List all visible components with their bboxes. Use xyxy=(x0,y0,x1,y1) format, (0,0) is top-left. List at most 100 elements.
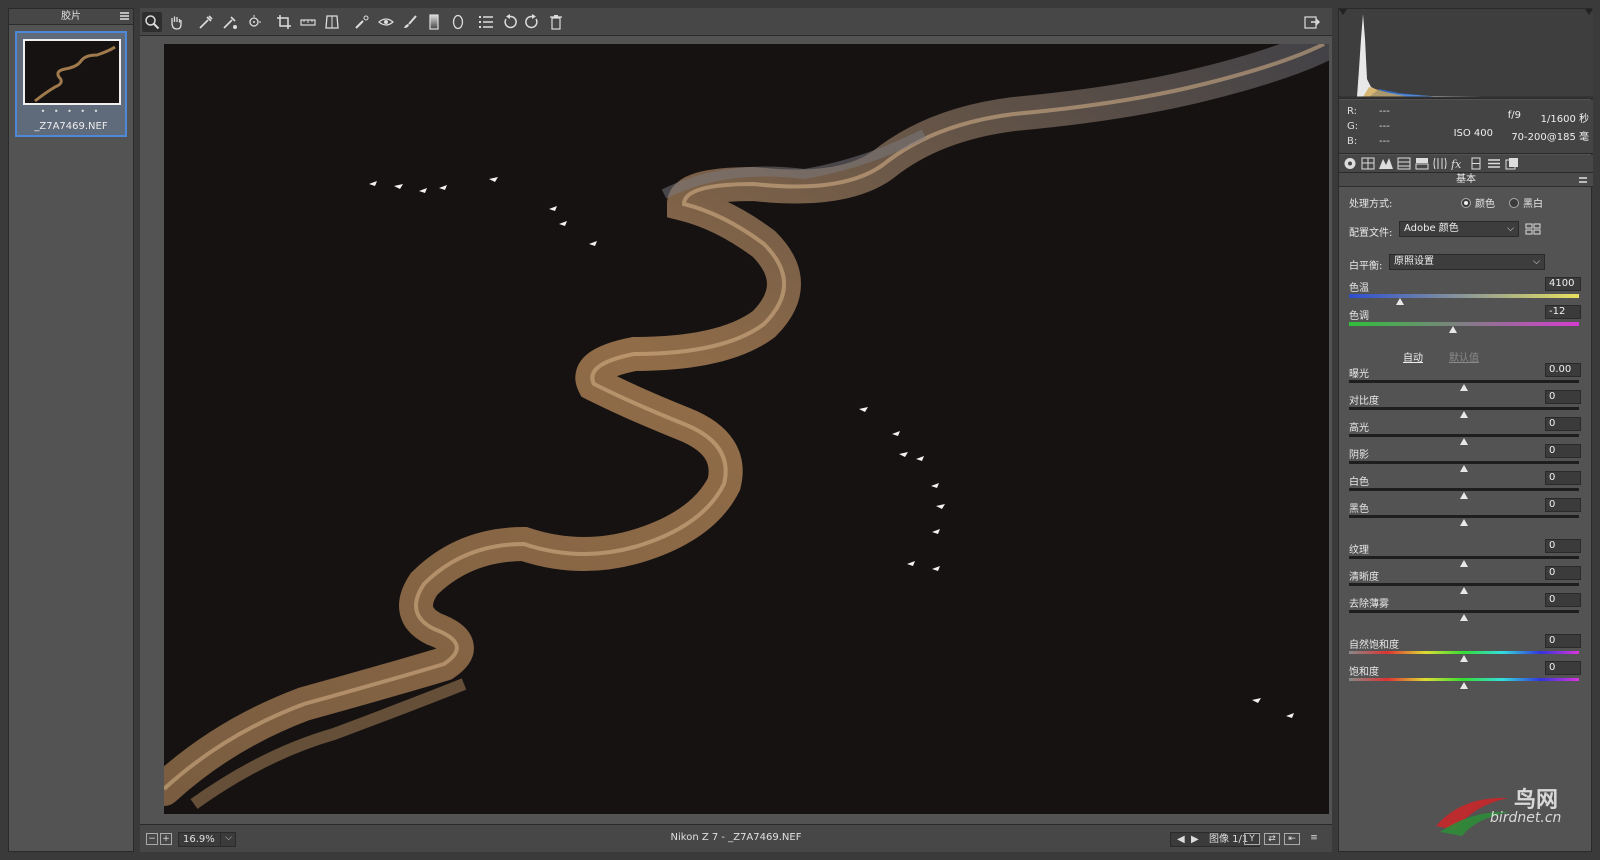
slider-track[interactable] xyxy=(1349,434,1579,437)
slider-value-field[interactable]: 0 xyxy=(1545,661,1581,675)
slider-track[interactable] xyxy=(1349,556,1579,559)
trash-icon[interactable] xyxy=(546,12,566,32)
previous-image-icon[interactable]: ◀ xyxy=(1177,833,1185,846)
preferences-icon[interactable] xyxy=(476,12,496,32)
tab-lens-corrections-icon[interactable] xyxy=(1433,157,1447,170)
targeted-adjustment-tool-icon[interactable] xyxy=(244,12,264,32)
slider-thumb[interactable] xyxy=(1460,519,1468,526)
slider-thumb[interactable] xyxy=(1460,465,1468,472)
next-image-icon[interactable]: ▶ xyxy=(1191,833,1199,846)
slider-thumb[interactable] xyxy=(1460,411,1468,418)
filmstrip-menu-icon[interactable] xyxy=(120,12,129,20)
tab-effects-icon[interactable]: fx xyxy=(1451,157,1465,170)
tab-calibration-icon[interactable] xyxy=(1469,157,1483,170)
slider-value-field[interactable]: 0 xyxy=(1545,634,1581,648)
copy-settings-icon[interactable]: ⇤ xyxy=(1284,833,1300,845)
slider-thumb[interactable] xyxy=(1460,384,1468,391)
slider-track[interactable] xyxy=(1349,461,1579,464)
slider-value-field[interactable]: -12 xyxy=(1545,305,1581,319)
filmstrip-header: 胶片 xyxy=(9,9,133,25)
profile-select[interactable]: Adobe 颜色 ⌵ xyxy=(1399,221,1519,237)
slider-label: 色温 xyxy=(1349,283,1369,294)
white-balance-select[interactable]: 原照设置 ⌵ xyxy=(1389,254,1545,270)
tab-tone-curve-icon[interactable] xyxy=(1361,157,1375,170)
rotate-left-icon[interactable] xyxy=(500,12,520,32)
slider-track[interactable] xyxy=(1349,583,1579,586)
transform-tool-icon[interactable] xyxy=(322,12,342,32)
swap-settings-icon[interactable]: ⇄ xyxy=(1264,833,1280,845)
spot-removal-tool-icon[interactable] xyxy=(352,12,372,32)
toggle-settings-icon[interactable]: ≡ xyxy=(1306,833,1322,845)
slider-label: 自然饱和度 xyxy=(1349,640,1399,651)
b-label: B: xyxy=(1347,136,1358,147)
slider-value-field[interactable]: 0 xyxy=(1545,471,1581,485)
slider-thumb[interactable] xyxy=(1460,682,1468,689)
slider-thumb[interactable] xyxy=(1448,326,1457,333)
slider-track[interactable] xyxy=(1349,407,1579,410)
auto-link[interactable]: 自动 xyxy=(1403,349,1423,364)
tool-bar xyxy=(140,8,1332,36)
tab-presets-icon[interactable] xyxy=(1487,157,1501,170)
red-eye-tool-icon[interactable] xyxy=(376,12,396,32)
slider-value-field[interactable]: 0 xyxy=(1545,417,1581,431)
section-menu-icon[interactable] xyxy=(1579,177,1587,183)
slider-value-field[interactable]: 0 xyxy=(1545,390,1581,404)
slider-label: 对比度 xyxy=(1349,396,1379,407)
slider-track[interactable] xyxy=(1349,651,1579,654)
adjustment-brush-tool-icon[interactable] xyxy=(400,12,420,32)
profile-browser-icon[interactable] xyxy=(1525,223,1541,235)
tab-split-toning-icon[interactable] xyxy=(1415,157,1429,170)
tab-detail-icon[interactable] xyxy=(1379,157,1393,170)
slider-track[interactable] xyxy=(1349,515,1579,518)
white-balance-tool-icon[interactable] xyxy=(196,12,216,32)
before-after-icon[interactable]: Y xyxy=(1244,833,1260,845)
photo-preview[interactable] xyxy=(164,44,1329,814)
slider-thumb[interactable] xyxy=(1460,492,1468,499)
r-label: R: xyxy=(1347,106,1358,117)
slider-track[interactable] xyxy=(1349,322,1579,326)
slider-thumb[interactable] xyxy=(1460,438,1468,445)
slider-track[interactable] xyxy=(1349,294,1579,298)
tab-basic-icon[interactable] xyxy=(1343,157,1357,170)
slider-value-field[interactable]: 4100 xyxy=(1545,277,1581,291)
treatment-bw-radio[interactable]: 黑白 xyxy=(1509,195,1543,210)
straighten-tool-icon[interactable] xyxy=(298,12,318,32)
open-image-options-icon[interactable] xyxy=(1302,12,1322,32)
slider-thumb[interactable] xyxy=(1460,587,1468,594)
slider-label: 白色 xyxy=(1349,477,1369,488)
tab-hsl-icon[interactable] xyxy=(1397,157,1411,170)
slider-thumb[interactable] xyxy=(1460,614,1468,621)
slider-row: 纹理 0 xyxy=(1339,539,1593,567)
slider-thumb[interactable] xyxy=(1460,560,1468,567)
filmstrip-thumbnail[interactable]: • • • • • _Z7A7469.NEF xyxy=(15,31,127,137)
slider-value-field[interactable]: 0 xyxy=(1545,498,1581,512)
rating-stars[interactable]: • • • • • xyxy=(17,107,125,116)
thumbnail-filename: _Z7A7469.NEF xyxy=(34,121,108,132)
slider-track[interactable] xyxy=(1349,610,1579,613)
color-sampler-tool-icon[interactable] xyxy=(220,12,240,32)
lens: 70-200@185 毫 xyxy=(1511,132,1589,143)
zoom-tool-icon[interactable] xyxy=(142,12,162,32)
slider-value-field[interactable]: 0 xyxy=(1545,593,1581,607)
radial-filter-tool-icon[interactable] xyxy=(448,12,468,32)
slider-value-field[interactable]: 0 xyxy=(1545,539,1581,553)
slider-value-field[interactable]: 0 xyxy=(1545,444,1581,458)
aperture: f/9 xyxy=(1507,110,1521,121)
treatment-color-radio[interactable]: 颜色 xyxy=(1461,195,1495,210)
slider-thumb[interactable] xyxy=(1460,655,1468,662)
panel-tabs: fx xyxy=(1339,155,1593,173)
hand-tool-icon[interactable] xyxy=(166,12,186,32)
rotate-right-icon[interactable] xyxy=(522,12,542,32)
graduated-filter-tool-icon[interactable] xyxy=(424,12,444,32)
slider-track[interactable] xyxy=(1349,678,1579,681)
tab-snapshots-icon[interactable] xyxy=(1505,157,1519,170)
slider-track[interactable] xyxy=(1349,380,1579,383)
slider-thumb[interactable] xyxy=(1395,298,1404,305)
slider-value-field[interactable]: 0.00 xyxy=(1545,363,1581,377)
slider-track[interactable] xyxy=(1349,488,1579,491)
preview-area xyxy=(140,36,1332,824)
crop-tool-icon[interactable] xyxy=(274,12,294,32)
default-link[interactable]: 默认值 xyxy=(1449,349,1479,364)
slider-row: 去除薄雾 0 xyxy=(1339,593,1593,621)
slider-value-field[interactable]: 0 xyxy=(1545,566,1581,580)
